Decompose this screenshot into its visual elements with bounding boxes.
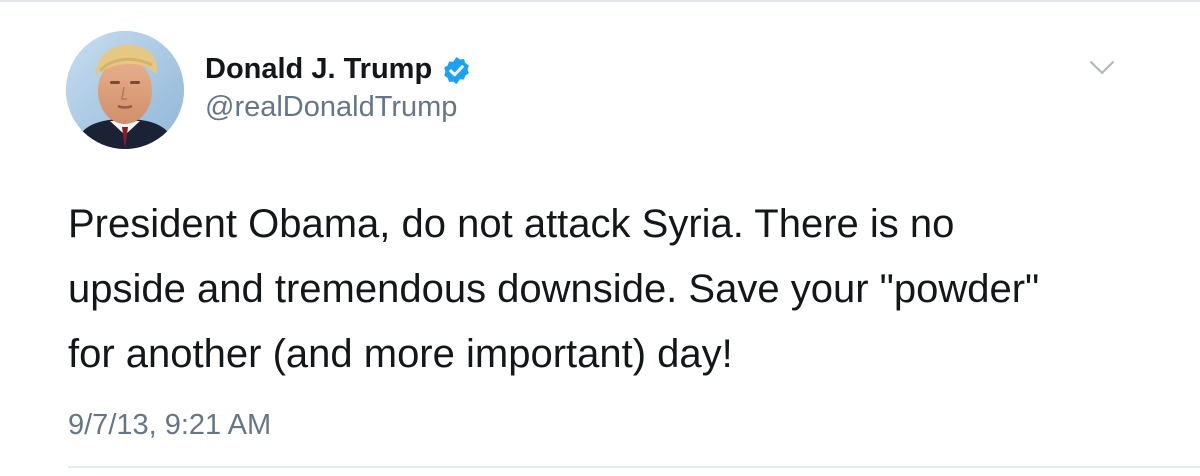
tweet-text-line: President Obama, do not attack Syria. Th… xyxy=(68,202,955,246)
verified-badge-icon xyxy=(441,55,472,86)
tweet-text-line: for another (and more important) day! xyxy=(68,332,733,376)
author-name-row: Donald J. Trump xyxy=(205,49,472,89)
avatar[interactable] xyxy=(66,31,184,149)
bottom-divider xyxy=(68,466,1200,468)
avatar-image xyxy=(66,31,184,149)
author-handle[interactable]: @realDonaldTrump xyxy=(205,89,457,125)
tweet-timestamp[interactable]: 9/7/13, 9:21 AM xyxy=(68,407,271,443)
tweet-card: Donald J. Trump @realDonaldTrump Preside… xyxy=(0,0,1200,476)
author-display-name[interactable]: Donald J. Trump xyxy=(205,51,432,87)
tweet-text-line: upside and tremendous downside. Save you… xyxy=(68,267,1040,311)
tweet-text: President Obama, do not attack Syria. Th… xyxy=(68,192,1118,387)
chevron-down-icon[interactable] xyxy=(1089,59,1115,77)
